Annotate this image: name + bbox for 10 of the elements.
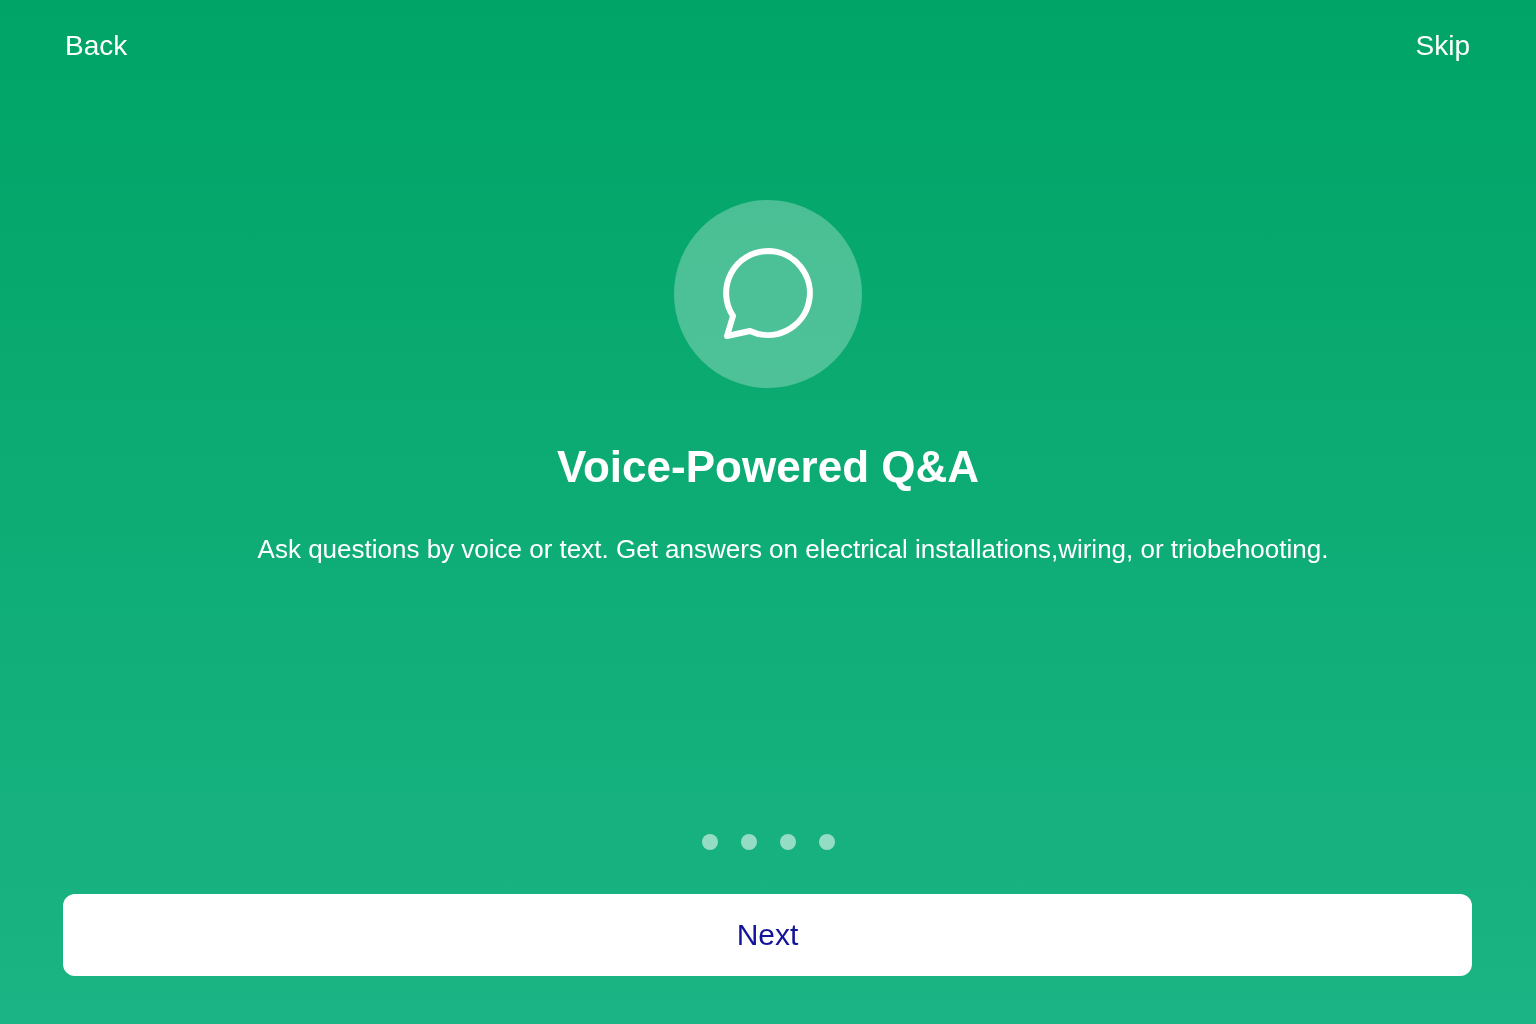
next-button[interactable]: Next (63, 894, 1472, 976)
feature-title: Voice-Powered Q&A (555, 442, 981, 492)
feature-description: Ask questions by voice or text. Get answers on electrical installations,wiring, or triobehooting. (256, 534, 1330, 565)
chat-bubble-icon (721, 248, 815, 340)
back-button[interactable]: Back (65, 30, 128, 62)
page-dot[interactable] (779, 834, 796, 850)
page-dot[interactable] (818, 834, 835, 850)
page-dot[interactable] (740, 834, 757, 850)
page-dot[interactable] (701, 834, 718, 850)
skip-button[interactable]: Skip (1415, 30, 1470, 62)
